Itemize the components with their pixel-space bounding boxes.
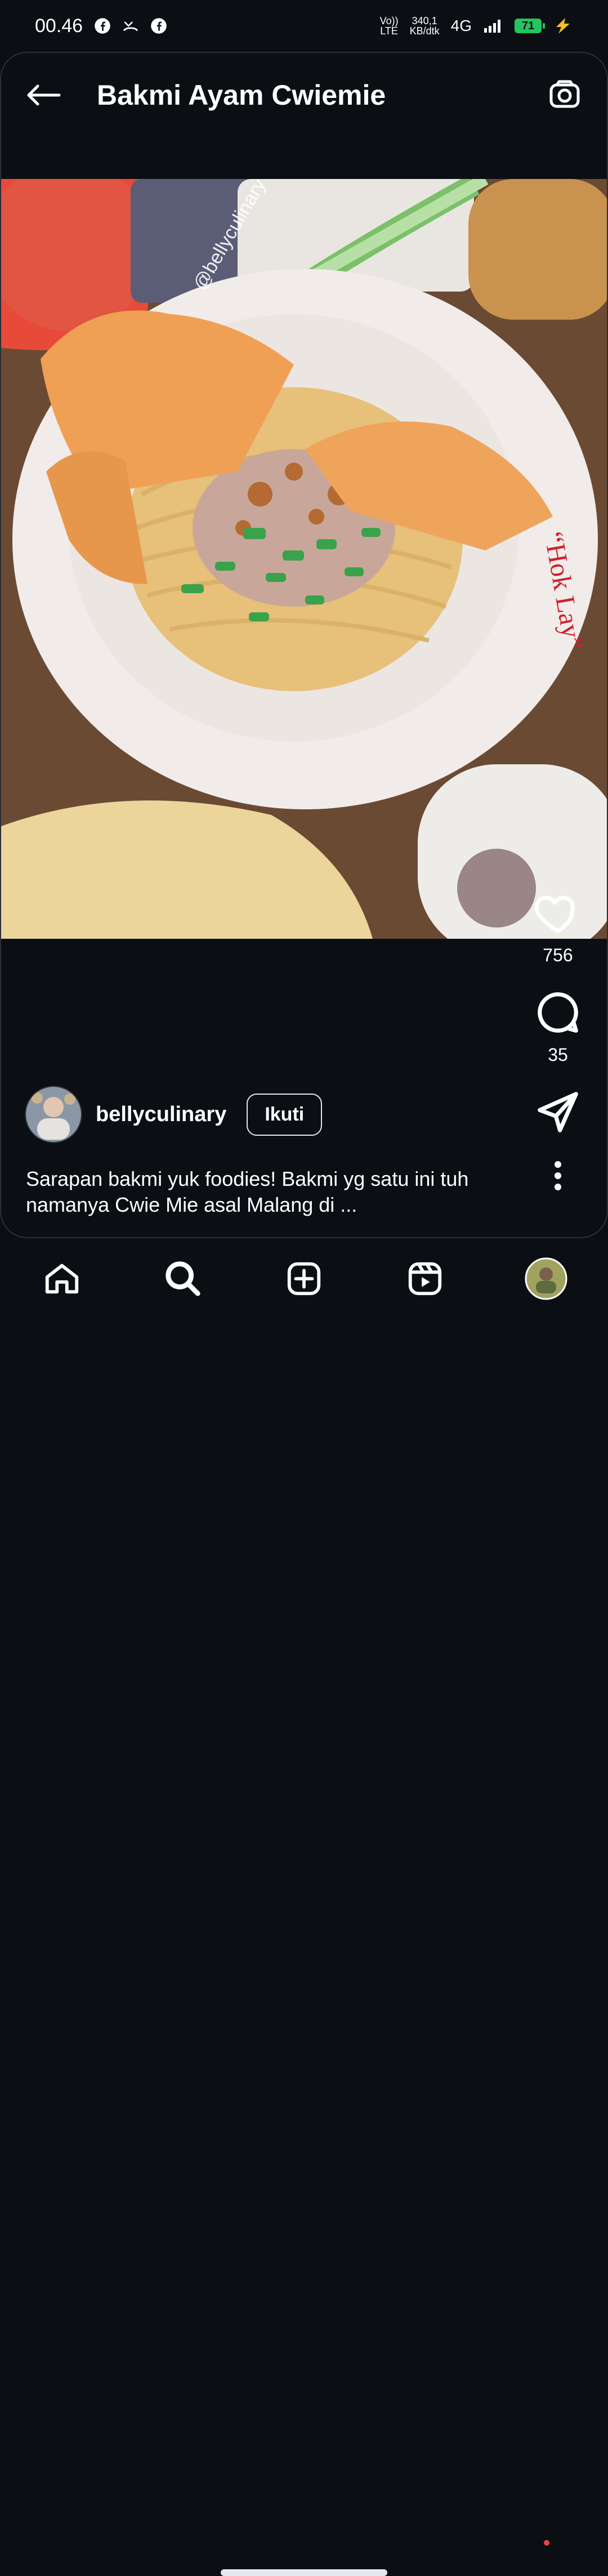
avatar[interactable]	[25, 1086, 82, 1143]
page-title: Bakmi Ayam Cwiemie	[97, 79, 386, 111]
status-left: 00.46	[35, 15, 167, 37]
battery-icon: 71	[515, 19, 545, 33]
home-indicator[interactable]	[221, 2569, 387, 2576]
arrow-left-icon	[27, 84, 61, 106]
home-icon	[45, 1264, 79, 1294]
nav-reels[interactable]	[404, 1257, 446, 1300]
facebook-icon	[95, 18, 110, 34]
status-time: 00.46	[35, 15, 83, 37]
like-count: 756	[543, 945, 573, 965]
food-image: “Hok Lay” @bellyculinary	[1, 179, 607, 939]
comment-icon	[538, 992, 578, 1033]
heart-icon	[534, 895, 575, 933]
signal-icon	[484, 20, 500, 33]
like-action[interactable]: 756	[527, 889, 589, 966]
facebook-icon	[151, 18, 167, 34]
charging-icon	[556, 18, 570, 34]
profile-avatar	[525, 1257, 567, 1300]
bottom-nav	[0, 1238, 608, 2576]
search-icon	[166, 1261, 200, 1296]
comment-action[interactable]: 35	[527, 988, 589, 1065]
caption[interactable]: Sarapan bakmi yuk foodies! Bakmi yg satu…	[26, 1166, 533, 1218]
more-options[interactable]	[527, 1159, 589, 1193]
status-bar: 00.46 Vo)) LTE 340,1 KB/dtk 4G 71	[0, 0, 608, 52]
notification-dot	[544, 2540, 549, 2546]
nav-profile[interactable]	[525, 1257, 567, 1300]
user-row: bellyculinary Ikuti	[25, 1086, 323, 1143]
volte-indicator: Vo)) LTE	[379, 15, 399, 37]
nav-home[interactable]	[41, 1257, 83, 1300]
status-right: Vo)) LTE 340,1 KB/dtk 4G 71	[380, 16, 573, 36]
add-icon	[287, 1262, 321, 1296]
network-speed: 340,1 KB/dtk	[409, 15, 440, 37]
username[interactable]: bellyculinary	[96, 1103, 226, 1127]
share-icon	[538, 1092, 578, 1132]
reels-icon	[408, 1262, 442, 1296]
follow-button[interactable]: Ikuti	[247, 1093, 323, 1136]
more-vertical-icon	[555, 1161, 561, 1190]
comment-count: 35	[548, 1045, 568, 1065]
avatar-image	[26, 1087, 81, 1142]
nav-items	[0, 1257, 608, 1300]
top-bar: Bakmi Ayam Cwiemie	[1, 53, 607, 137]
network-type: 4G	[450, 17, 472, 34]
camera-icon	[549, 80, 580, 108]
camera-button[interactable]	[545, 75, 584, 115]
action-column: 756 35	[527, 889, 589, 1193]
back-button[interactable]	[24, 75, 63, 115]
post-viewer: Bakmi Ayam Cwiemie “Hok Lay” @bellyculin…	[0, 52, 608, 1238]
nav-create[interactable]	[283, 1257, 325, 1300]
post-image[interactable]: “Hok Lay” @bellyculinary	[1, 179, 607, 939]
share-action[interactable]	[527, 1088, 589, 1136]
nav-search[interactable]	[162, 1257, 204, 1300]
missed-call-icon	[123, 21, 138, 31]
